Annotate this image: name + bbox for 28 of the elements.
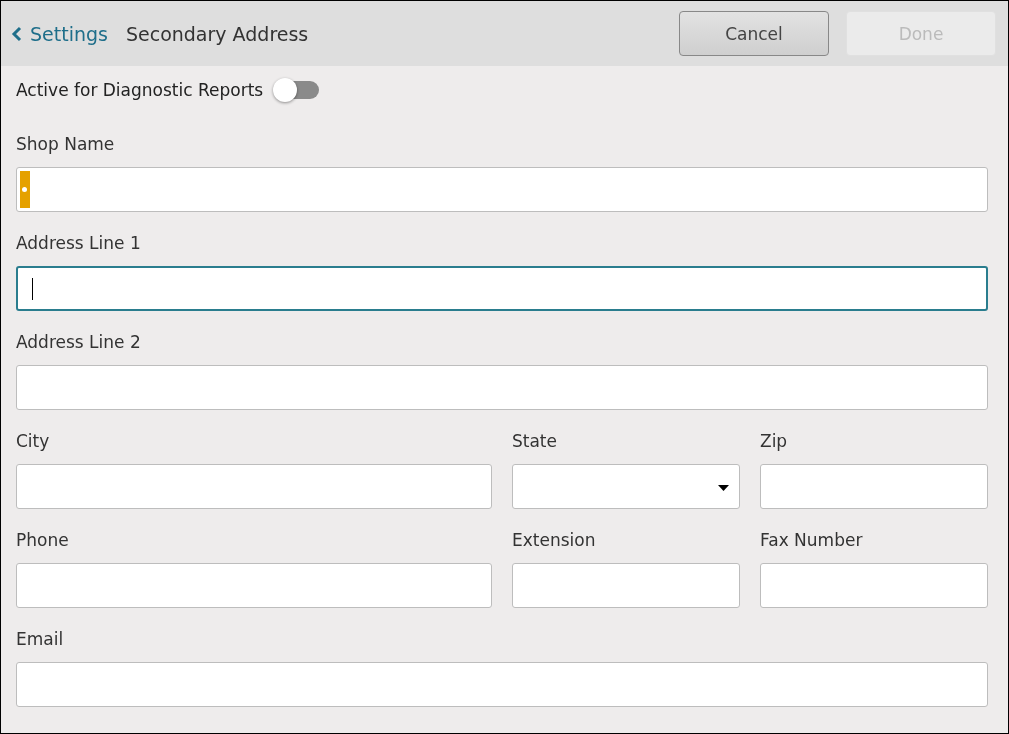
- input-field[interactable]: [16, 167, 988, 212]
- input-field[interactable]: [16, 365, 988, 410]
- field-label: City: [16, 431, 51, 451]
- back-link[interactable]: Settings: [11, 22, 108, 45]
- state-dropdown[interactable]: [512, 464, 740, 509]
- cancel-button[interactable]: Cancel: [679, 11, 829, 56]
- input-field[interactable]: [16, 563, 492, 608]
- input-field[interactable]: [16, 464, 492, 509]
- field-label: State: [512, 431, 558, 451]
- chevron-left-icon: [11, 25, 22, 42]
- input-field[interactable]: [16, 266, 988, 311]
- page-title: Secondary Address: [125, 22, 309, 45]
- input-field[interactable]: [16, 662, 988, 707]
- field-label: Zip: [760, 431, 789, 451]
- field-label: Address Line 2: [16, 332, 142, 352]
- field-label: Phone: [16, 530, 70, 550]
- field-label: Address Line 1: [16, 233, 142, 253]
- field-label: Shop Name: [16, 134, 116, 154]
- caret-down-icon: [718, 485, 729, 491]
- toggle-label: Active for Diagnostic Reports: [16, 80, 264, 100]
- field-label: Email: [16, 629, 65, 649]
- marker-icon: [20, 171, 30, 208]
- field-label: Extension: [512, 530, 597, 550]
- field-label: Fax Number: [760, 530, 864, 550]
- toggle-switch[interactable]: [275, 81, 320, 99]
- input-field[interactable]: [760, 464, 988, 509]
- input-field[interactable]: [760, 563, 988, 608]
- input-field[interactable]: [512, 563, 740, 608]
